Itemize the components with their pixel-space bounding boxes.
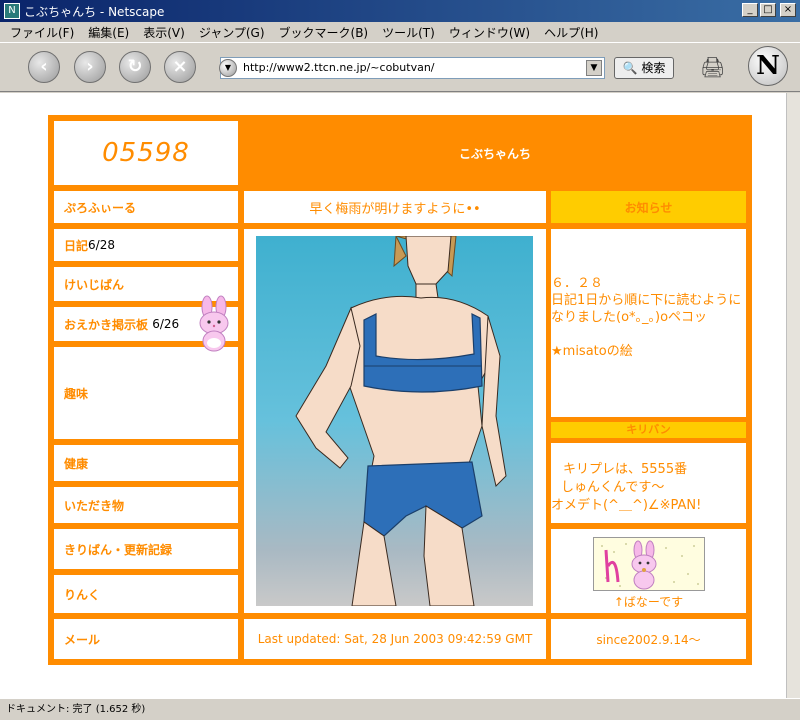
nav-diary-label: 日記 bbox=[64, 238, 89, 253]
nav-profile-label: ぷろふぃーる bbox=[64, 200, 137, 215]
back-arrow-icon[interactable]: ‹ bbox=[28, 51, 60, 83]
banner-caption: ↑ばなーです bbox=[613, 595, 684, 609]
menu-edit[interactable]: 編集(E) bbox=[88, 24, 129, 41]
nav-diary-date: 6/28 bbox=[88, 238, 115, 252]
nav-links-link[interactable]: りんく bbox=[54, 575, 238, 613]
message-text: 早く梅雨が明けますように•• bbox=[309, 201, 481, 217]
nav-kiriban-label: きりばん・更新記録 bbox=[64, 542, 173, 557]
window-title: こぶちゃんち - Netscape bbox=[24, 4, 165, 19]
vertical-scrollbar[interactable] bbox=[786, 93, 800, 698]
misato-link[interactable]: ★misatoの絵 bbox=[551, 343, 746, 360]
nav-links-label: りんく bbox=[64, 587, 101, 602]
nav-gifts-label: いただき物 bbox=[64, 498, 125, 513]
nav-hobby-link[interactable]: 趣味 bbox=[54, 347, 238, 439]
menu-view[interactable]: 表示(V) bbox=[143, 24, 185, 41]
since-text: since2002.9.14〜 bbox=[596, 632, 701, 647]
status-text: ドキュメント: 完了 (1.652 秒) bbox=[6, 704, 146, 715]
nav-profile-link[interactable]: ぷろふぃーる bbox=[54, 191, 238, 223]
kiriban-text-3: オメデト(^＿^)∠※PAN! bbox=[551, 498, 702, 513]
close-button[interactable]: × bbox=[780, 3, 796, 17]
page-layout-table: 05598 こぶちゃんち ぷろふぃーる 日記 6/28 けいじばん おえかき掲示板… bbox=[48, 115, 752, 665]
search-label: 検索 bbox=[641, 61, 666, 75]
netscape-logo-icon[interactable]: N bbox=[748, 46, 788, 86]
site-banner-image[interactable] bbox=[593, 537, 705, 591]
page-viewport: 05598 こぶちゃんち ぷろふぃーる 日記 6/28 けいじばん おえかき掲示板… bbox=[0, 93, 786, 698]
menu-go[interactable]: ジャンプ(G) bbox=[199, 24, 265, 41]
kiriban-text-1: キリプレは、5555番 bbox=[563, 462, 688, 477]
minimize-button[interactable]: _ bbox=[742, 3, 758, 17]
url-field[interactable]: ✎ http://www2.ttcn.ne.jp/~cobutvan/ ▼ bbox=[220, 57, 605, 79]
menu-window[interactable]: ウィンドウ(W) bbox=[449, 24, 530, 41]
netscape-app-icon: N bbox=[4, 3, 20, 19]
nav-oekaki-date: 6/26 bbox=[152, 317, 180, 331]
nav-health-label: 健康 bbox=[64, 456, 89, 471]
menu-tools[interactable]: ツール(T) bbox=[382, 24, 435, 41]
menu-file[interactable]: ファイル(F) bbox=[10, 24, 74, 41]
nav-oekaki-label: おえかき掲示板 bbox=[64, 317, 149, 332]
last-updated-cell: Last updated: Sat, 28 Jun 2003 09:42:59 … bbox=[244, 619, 546, 659]
last-updated-text: Last updated: Sat, 28 Jun 2003 09:42:59 … bbox=[257, 631, 533, 646]
site-title: こぶちゃんち bbox=[458, 146, 532, 161]
window-title-bar[interactable]: N こぶちゃんち - Netscape _ □ × bbox=[0, 0, 800, 22]
notice-body: ６．２８ 日記1日から順に下に読むようになりました(o*｡_｡)oペコッ ★mi… bbox=[551, 229, 746, 417]
history-dropdown-icon[interactable]: ▼ bbox=[219, 59, 237, 77]
url-dropdown-icon[interactable]: ▼ bbox=[586, 60, 602, 76]
nav-kiriban-link[interactable]: きりばん・更新記録 bbox=[54, 529, 238, 569]
status-bar: ドキュメント: 完了 (1.652 秒) bbox=[0, 698, 800, 720]
nav-bbs-label: けいじばん bbox=[64, 277, 125, 292]
reload-icon[interactable]: ↻ bbox=[119, 51, 151, 83]
nav-mail-label: メール bbox=[64, 632, 101, 647]
forward-arrow-icon[interactable]: › bbox=[74, 51, 106, 83]
nav-health-link[interactable]: 健康 bbox=[54, 445, 238, 481]
nav-mail-link[interactable]: メール bbox=[54, 619, 238, 659]
maximize-button[interactable]: □ bbox=[760, 3, 776, 17]
url-text: http://www2.ttcn.ne.jp/~cobutvan/ bbox=[243, 61, 435, 74]
search-button[interactable]: 🔍 検索 bbox=[614, 57, 674, 79]
access-counter: 05598 bbox=[54, 121, 238, 185]
print-icon[interactable]: 🖨 bbox=[700, 55, 728, 81]
notice-text: 日記1日から順に下に読むようになりました(o*｡_｡)oペコッ bbox=[551, 293, 742, 325]
nav-gifts-link[interactable]: いただき物 bbox=[54, 487, 238, 523]
bunny-mascot-icon bbox=[199, 295, 229, 352]
banner-cell: ↑ばなーです bbox=[551, 529, 746, 613]
kiriban-body: キリプレは、5555番 しゅんくんです〜 オメデト(^＿^)∠※PAN! bbox=[551, 443, 746, 523]
notice-date: ６．２８ bbox=[551, 276, 604, 291]
kiriban-heading: キリバン bbox=[551, 422, 746, 438]
illustration-image bbox=[256, 236, 533, 606]
menu-bookmarks[interactable]: ブックマーク(B) bbox=[279, 24, 369, 41]
picture-cell bbox=[244, 229, 546, 613]
nav-diary-link[interactable]: 日記 6/28 bbox=[54, 229, 238, 261]
menu-bar: ファイル(F) 編集(E) 表示(V) ジャンプ(G) ブックマーク(B) ツー… bbox=[0, 22, 800, 42]
since-cell: since2002.9.14〜 bbox=[551, 619, 746, 659]
menu-help[interactable]: ヘルプ(H) bbox=[544, 24, 598, 41]
nav-hobby-label: 趣味 bbox=[64, 386, 89, 401]
notice-heading: お知らせ bbox=[551, 191, 746, 223]
kiriban-text-2: しゅんくんです〜 bbox=[561, 480, 665, 495]
stop-icon[interactable]: × bbox=[164, 51, 196, 83]
message-cell: 早く梅雨が明けますように•• bbox=[244, 191, 546, 223]
navigation-toolbar: ‹ › ↻ × ✎ http://www2.ttcn.ne.jp/~cobutv… bbox=[0, 42, 800, 92]
